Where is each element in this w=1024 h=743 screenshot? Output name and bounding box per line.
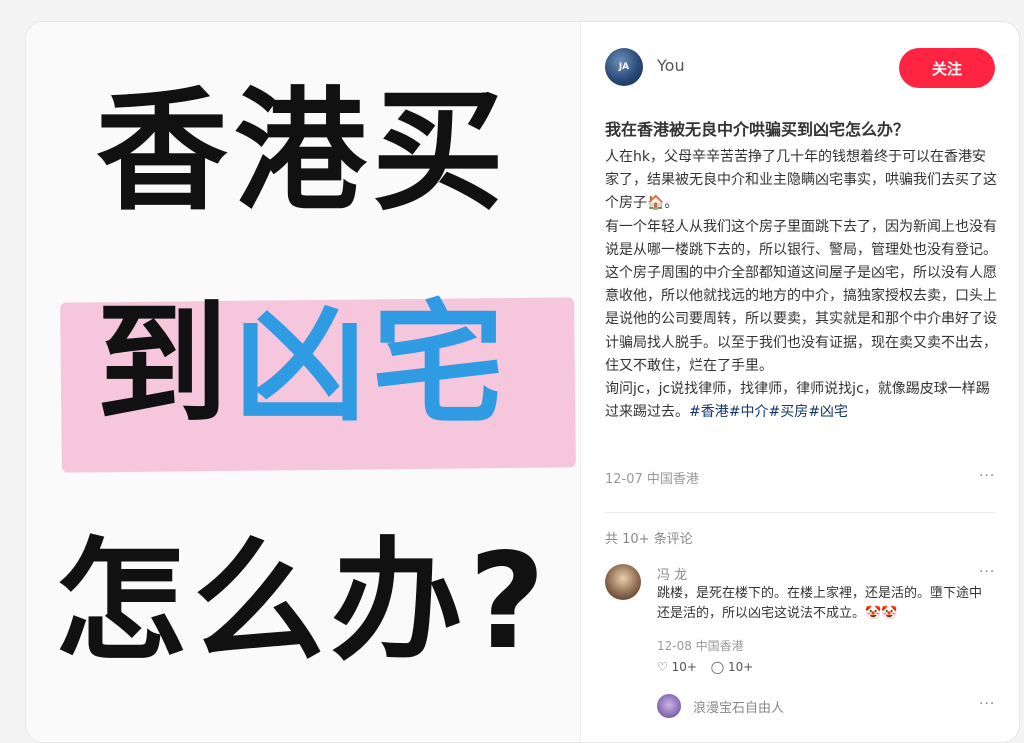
comments-count: 共 10+ 条评论 — [605, 532, 693, 547]
post-date-location: 12-07 中国香港 — [605, 472, 699, 487]
cover-text-blue: 凶宅 — [234, 288, 510, 442]
cover-text-line-2: 到凶宅 — [26, 290, 580, 440]
comment-date-location: 12-08 中国香港 — [657, 639, 744, 653]
reply-more-icon[interactable]: ··· — [979, 696, 995, 712]
note-cover-image[interactable]: 香港买 到凶宅 怎么办? — [26, 22, 581, 742]
note-detail-panel: JA You 关注 我在香港被无良中介哄骗买到凶宅怎么办？ 人在hk，父母辛辛苦… — [581, 22, 1019, 742]
replier-name[interactable]: 浪漫宝石自由人 — [693, 697, 784, 716]
note-card: 香港买 到凶宅 怎么办? JA You 关注 我在香港被无良中介哄骗买到凶宅怎么… — [25, 21, 1020, 743]
author-row: JA You 关注 — [605, 48, 995, 88]
post-body: 人在hk，父母辛辛苦苦挣了几十年的钱想着终于可以在香港安家了，结果被无良中介和业… — [605, 146, 997, 424]
post-paragraph-last: 询问jc，jc说找律师，找律师，律师说找jc，就像踢皮球一样踢过来踢过去。#香港… — [605, 378, 997, 424]
cover-text-line-1: 香港买 — [96, 75, 510, 229]
comment-actions: ♡ 10+ ◯ 10+ — [657, 660, 763, 674]
post-title: 我在香港被无良中介哄骗买到凶宅怎么办？ — [605, 120, 910, 139]
post-more-icon[interactable]: ··· — [979, 468, 995, 484]
post-paragraph: 人在hk，父母辛辛苦苦挣了几十年的钱想着终于可以在香港安家了，结果被无良中介和业… — [605, 149, 997, 212]
tag-link-agency[interactable]: #中介 — [729, 404, 769, 420]
divider — [605, 512, 995, 513]
cover-text-black: 到 — [96, 288, 234, 442]
tag-link-buy-house[interactable]: #买房 — [768, 404, 808, 420]
comment-text: 跳楼，是死在楼下的。在楼上家裡，还是活的。墮下途中还是活的，所以凶宅这说法不成立… — [657, 586, 983, 621]
commenter-avatar[interactable] — [605, 564, 641, 600]
tag-link-hongkong[interactable]: #香港 — [689, 404, 729, 420]
tag-link-haunted-house[interactable]: #凶宅 — [808, 404, 848, 420]
replier-avatar[interactable] — [657, 694, 681, 718]
author-name[interactable]: You — [657, 56, 685, 75]
comment-more-icon[interactable]: ··· — [979, 564, 995, 580]
commenter-name[interactable]: 冯 龙 — [657, 564, 687, 583]
follow-button[interactable]: 关注 — [899, 48, 995, 88]
post-paragraph: 有一个年轻人从我们这个房子里面跳下去了，因为新闻上也没有说是从哪一楼跳下去的，所… — [605, 218, 997, 374]
cover-text-line-3: 怎么办? — [54, 525, 552, 679]
comment-like-button[interactable]: ♡ 10+ — [657, 660, 697, 674]
author-avatar[interactable]: JA — [605, 48, 643, 86]
comment-reply-button[interactable]: ◯ 10+ — [711, 660, 754, 674]
